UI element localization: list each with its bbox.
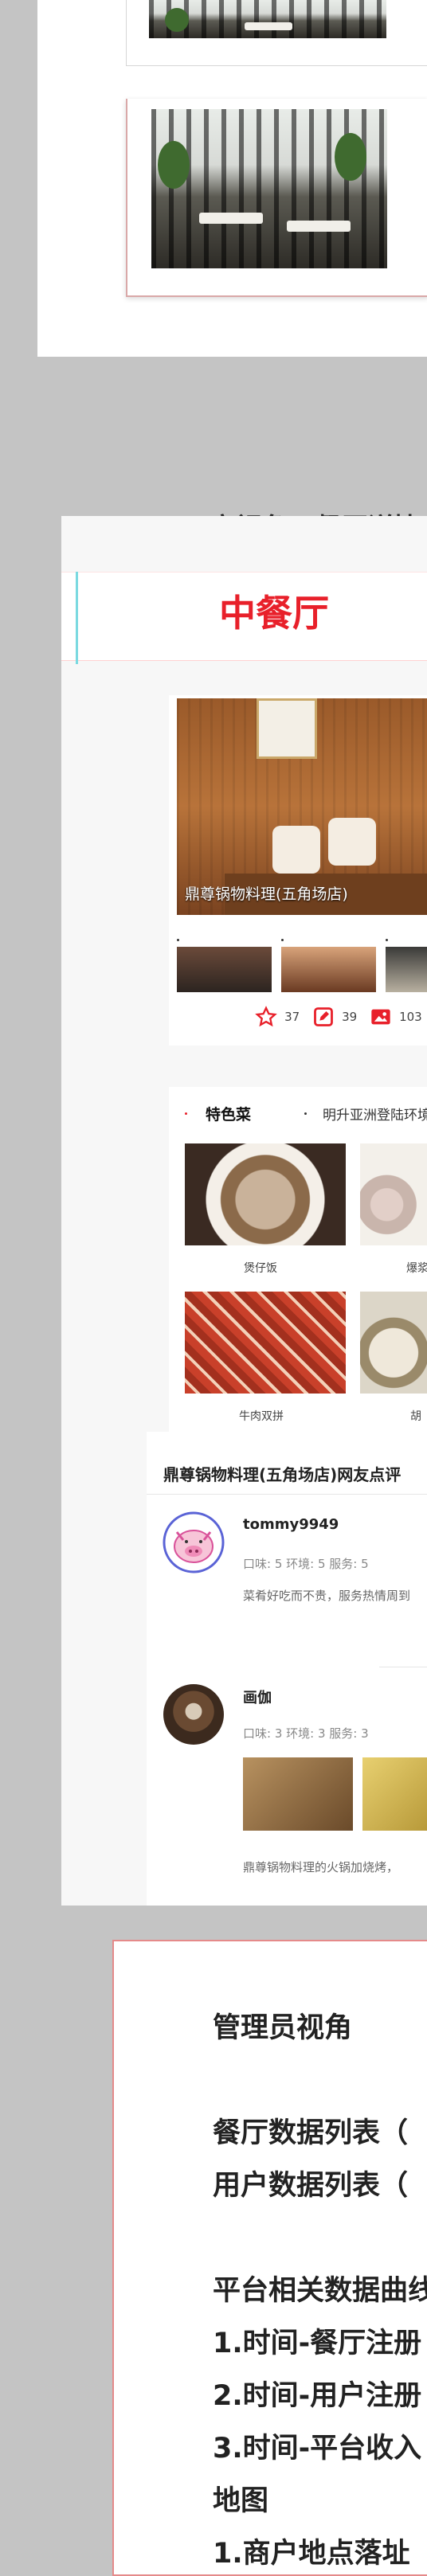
tab-environment[interactable]: 明升亚洲登陆环境 xyxy=(323,1104,427,1124)
header-accent-line xyxy=(76,572,78,664)
admin-curve-2[interactable]: 2.时间-用户注册 xyxy=(213,2373,421,2414)
photos-stat[interactable]: 103 xyxy=(370,1006,422,1028)
restaurant-photo-2 xyxy=(151,109,387,268)
review-2-photo-2[interactable] xyxy=(362,1757,427,1831)
star-icon xyxy=(255,1006,277,1027)
review-1-scores: 口味: 5 环境: 5 服务: 5 xyxy=(243,1557,369,1571)
admin-curve-3[interactable]: 3.时间-平台收入 xyxy=(213,2426,421,2466)
admin-curve-1[interactable]: 1.时间-餐厅注册 xyxy=(213,2320,421,2361)
user-avatar[interactable] xyxy=(163,1684,224,1745)
review-2-text: 鼎尊锅物料理的火锅加烧烤， xyxy=(243,1860,399,1874)
edit-icon xyxy=(314,1007,333,1026)
review-2-photo-1[interactable] xyxy=(243,1757,353,1831)
review-1-username[interactable]: tommy9949 xyxy=(243,1516,339,1533)
admin-view-title: 管理员视角 xyxy=(213,2012,353,2044)
thumbnail-3[interactable] xyxy=(386,947,427,992)
admin-user-list[interactable]: 用户数据列表（ xyxy=(213,2163,408,2203)
favorites-count: 37 xyxy=(284,1010,300,1024)
restaurant-name-overlay: 鼎尊锅物料理(五角场店) xyxy=(185,885,348,903)
reviews-card xyxy=(147,1432,427,1906)
photos-count: 103 xyxy=(399,1010,422,1024)
image-icon xyxy=(371,1009,390,1025)
dish-name-2: 爆浆 xyxy=(406,1262,427,1275)
reviews-title-divider xyxy=(147,1494,427,1495)
restaurant-logo[interactable]: 中餐厅 xyxy=(219,584,329,637)
admin-platform-curves: 平台相关数据曲线 xyxy=(213,2275,427,2307)
admin-map-1[interactable]: 1.商户地点落址 xyxy=(213,2531,410,2571)
dish-photo-2[interactable] xyxy=(360,1143,427,1245)
reviews-section-title: 鼎尊锅物料理(五角场店)网友点评 xyxy=(163,1465,402,1484)
dish-photo-1[interactable] xyxy=(185,1143,346,1245)
pig-avatar-icon[interactable] xyxy=(163,1511,225,1573)
review-2-scores: 口味: 3 环境: 3 服务: 3 xyxy=(243,1726,369,1741)
reviews-count: 39 xyxy=(342,1010,358,1024)
review-2-username[interactable]: 画伽 xyxy=(243,1687,272,1707)
tab-featured-dishes[interactable]: 特色菜 xyxy=(206,1103,251,1124)
dish-photo-3[interactable] xyxy=(185,1292,346,1394)
reviews-stat[interactable]: 39 xyxy=(312,1006,357,1028)
admin-restaurant-list[interactable]: 餐厅数据列表（ xyxy=(213,2110,408,2151)
thumbnail-2[interactable] xyxy=(281,947,376,992)
favorites-stat[interactable]: 37 xyxy=(255,1006,300,1028)
dish-name-3: 牛肉双拼 xyxy=(239,1410,284,1423)
review-1-text: 菜肴好吃而不贵，服务热情周到 xyxy=(243,1589,411,1603)
dish-photo-4[interactable] xyxy=(360,1292,427,1394)
thumbnail-1[interactable] xyxy=(177,947,272,992)
admin-map-heading: 地图 xyxy=(213,2485,269,2517)
dish-name-1: 煲仔饭 xyxy=(244,1262,277,1275)
restaurant-photo-1 xyxy=(149,0,386,38)
dish-name-4: 胡 xyxy=(410,1410,421,1423)
